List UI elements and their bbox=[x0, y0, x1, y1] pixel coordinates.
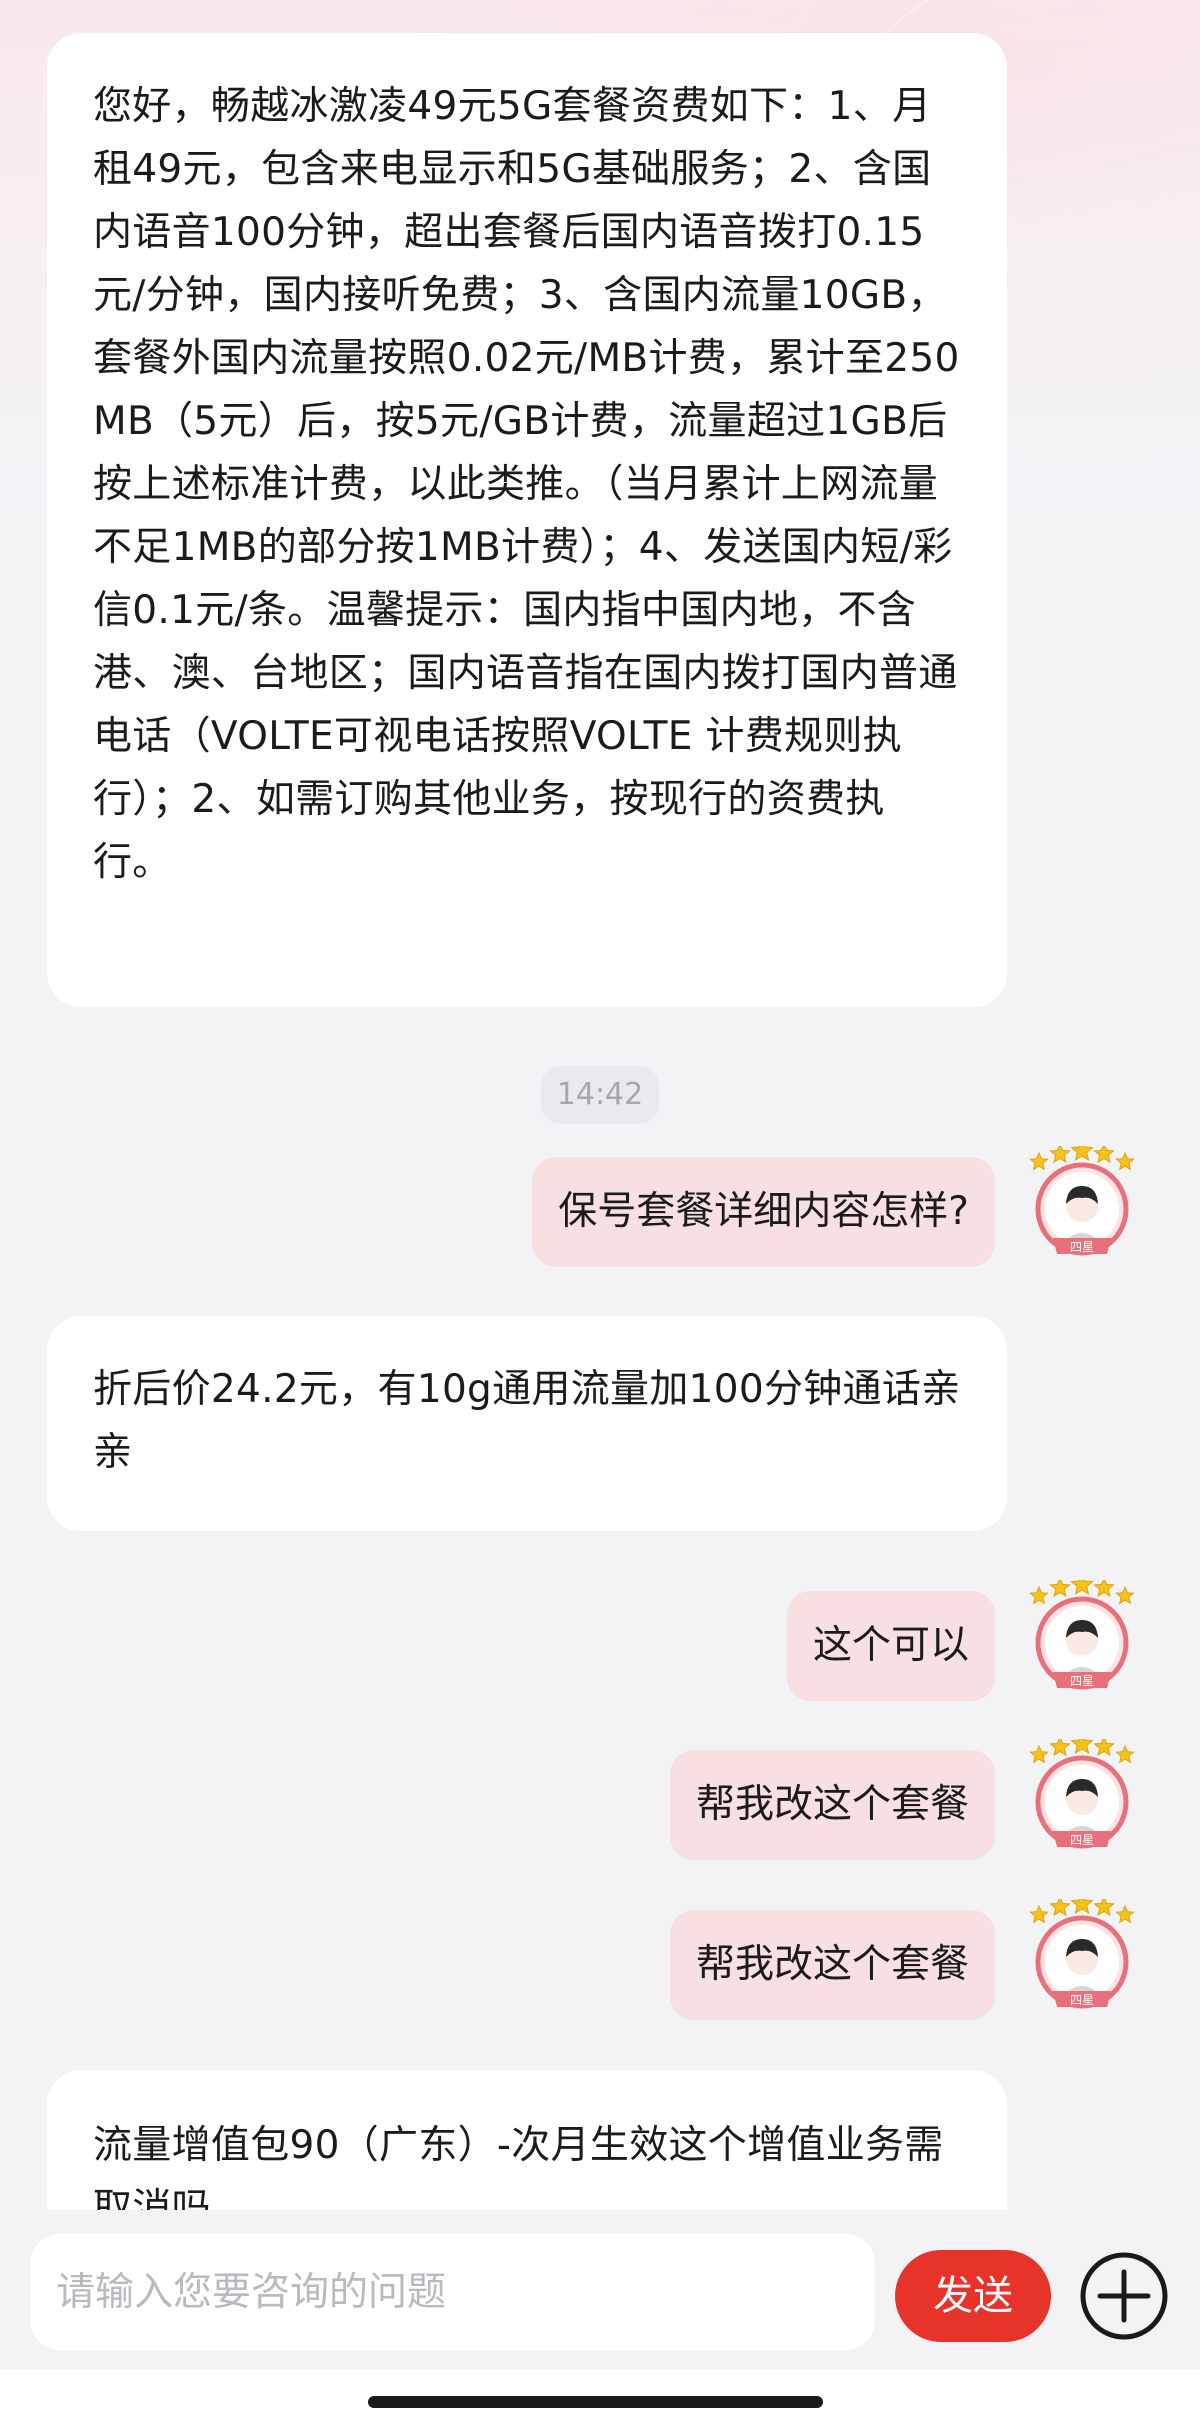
star-icon bbox=[1029, 1904, 1049, 1924]
avatar-badge-text: 四星 bbox=[1070, 1993, 1094, 2007]
agent-message: 您好，畅越冰激凌49元5G套餐资费如下：1、月租49元，包含来电显示和5G基础服… bbox=[47, 33, 1007, 1007]
question-input[interactable] bbox=[30, 2234, 875, 2350]
user-avatar[interactable]: 四星 bbox=[1025, 1138, 1139, 1264]
star-icon bbox=[1070, 1138, 1094, 1161]
star-icon bbox=[1029, 1744, 1049, 1764]
input-bar: 发送 bbox=[0, 2210, 1200, 2370]
star-icon bbox=[1070, 1891, 1094, 1914]
agent-message: 流量增值包90（广东）-次月生效这个增值业务需取消吗 bbox=[47, 2070, 1007, 2210]
star-icon bbox=[1093, 1735, 1115, 1757]
star-icon bbox=[1093, 1576, 1115, 1598]
star-icon bbox=[1049, 1142, 1071, 1164]
star-icon bbox=[1029, 1151, 1049, 1171]
chat-area[interactable]: 您好，畅越冰激凌49元5G套餐资费如下：1、月租49元，包含来电显示和5G基础服… bbox=[0, 0, 1200, 2210]
user-avatar[interactable]: 四星 bbox=[1025, 1731, 1139, 1857]
home-indicator[interactable] bbox=[368, 2396, 823, 2408]
agent-message: 折后价24.2元，有10g通用流量加100分钟通话亲亲 bbox=[47, 1316, 1007, 1531]
user-message: 帮我改这个套餐 bbox=[669, 1750, 995, 1860]
star-icon bbox=[1115, 1585, 1135, 1605]
star-icon bbox=[1115, 1904, 1135, 1924]
star-icon bbox=[1049, 1895, 1071, 1917]
star-icon bbox=[1029, 1585, 1049, 1605]
user-message: 帮我改这个套餐 bbox=[669, 1910, 995, 2020]
star-icon bbox=[1093, 1895, 1115, 1917]
home-indicator-area bbox=[0, 2370, 1200, 2427]
avatar-image: 四星 bbox=[1029, 1138, 1135, 1256]
user-avatar[interactable]: 四星 bbox=[1025, 1891, 1139, 2017]
send-button[interactable]: 发送 bbox=[895, 2250, 1051, 2342]
user-avatar[interactable]: 四星 bbox=[1025, 1572, 1139, 1698]
user-message: 保号套餐详细内容怎样? bbox=[532, 1157, 995, 1267]
avatar-image: 四星 bbox=[1029, 1572, 1135, 1690]
star-icon bbox=[1070, 1572, 1094, 1595]
star-icon bbox=[1115, 1151, 1135, 1171]
star-icon bbox=[1115, 1744, 1135, 1764]
star-icon bbox=[1049, 1735, 1071, 1757]
user-message: 这个可以 bbox=[786, 1591, 995, 1701]
avatar-badge-text: 四星 bbox=[1070, 1674, 1094, 1688]
avatar-image: 四星 bbox=[1029, 1731, 1135, 1849]
avatar-badge-text: 四星 bbox=[1070, 1833, 1094, 1847]
star-icon bbox=[1093, 1142, 1115, 1164]
avatar-image: 四星 bbox=[1029, 1891, 1135, 2009]
avatar-badge-text: 四星 bbox=[1070, 1240, 1094, 1254]
star-icon bbox=[1049, 1576, 1071, 1598]
star-icon bbox=[1070, 1731, 1094, 1754]
plus-circle-icon[interactable] bbox=[1078, 2250, 1170, 2342]
timestamp: 14:42 bbox=[541, 1066, 659, 1124]
